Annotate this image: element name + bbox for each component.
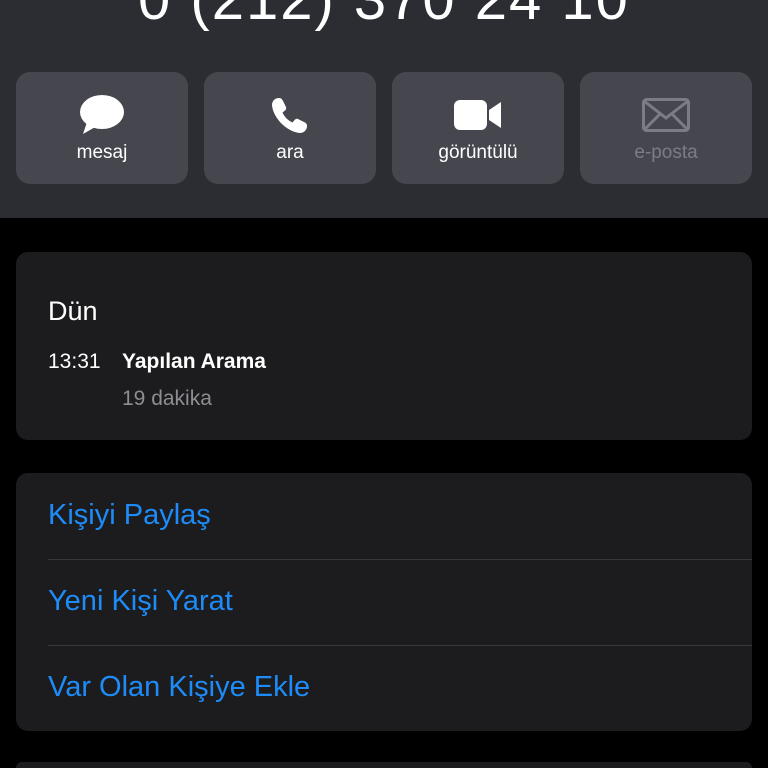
video-camera-icon xyxy=(392,94,564,136)
message-button[interactable]: mesaj xyxy=(16,72,188,184)
create-new-contact-label: Yeni Kişi Yarat xyxy=(48,585,233,617)
share-contact-label: Kişiyi Paylaş xyxy=(48,499,211,531)
recent-calls-card: Dün 13:31 Yapılan Arama 19 dakika xyxy=(16,252,752,440)
call-button[interactable]: ara xyxy=(204,72,376,184)
recent-call-time: 13:31 xyxy=(48,350,101,373)
phone-icon xyxy=(204,94,376,136)
next-card-edge xyxy=(16,762,752,768)
phone-number-title: 0 (212) 370 24 10 xyxy=(0,0,768,33)
add-to-existing-contact-row[interactable]: Var Olan Kişiye Ekle xyxy=(16,645,752,731)
call-button-label: ara xyxy=(276,142,304,163)
contact-header: 0 (212) 370 24 10 mesaj ara görüntülü xyxy=(0,0,768,218)
share-contact-row[interactable]: Kişiyi Paylaş xyxy=(16,473,752,559)
envelope-icon xyxy=(580,94,752,136)
message-bubble-icon xyxy=(16,94,188,136)
add-to-existing-contact-label: Var Olan Kişiye Ekle xyxy=(48,671,311,703)
recent-day-heading: Dün xyxy=(48,296,98,326)
contact-actions-card: Kişiyi Paylaş Yeni Kişi Yarat Var Olan K… xyxy=(16,473,752,731)
recent-call-type: Yapılan Arama xyxy=(122,350,266,373)
email-button[interactable]: e-posta xyxy=(580,72,752,184)
video-button[interactable]: görüntülü xyxy=(392,72,564,184)
create-new-contact-row[interactable]: Yeni Kişi Yarat xyxy=(16,559,752,645)
recent-call-duration: 19 dakika xyxy=(122,387,212,410)
video-button-label: görüntülü xyxy=(438,142,518,163)
message-button-label: mesaj xyxy=(76,142,128,163)
email-button-label: e-posta xyxy=(634,142,698,163)
